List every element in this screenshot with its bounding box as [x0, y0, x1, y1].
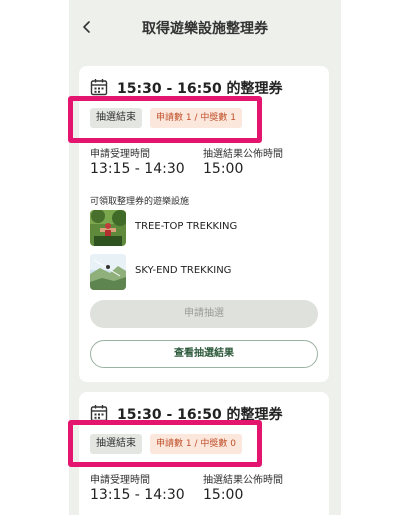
ticket-time-range: 15:30 - 16:50 的整理券 — [117, 81, 283, 97]
view-result-button[interactable]: 查看抽選結果 — [90, 340, 318, 368]
highlight-frame — [68, 420, 262, 467]
page-title: 取得遊樂設施整理券 — [142, 21, 268, 37]
header: 取得遊樂設施整理券 — [69, 0, 341, 56]
facility-thumbnail — [90, 210, 126, 246]
apply-time-label: 申請受理時間 — [90, 149, 150, 160]
facility-item: TREE-TOP TREKKING — [90, 210, 320, 246]
facility-item: SKY-END TREKKING — [90, 254, 320, 290]
facility-thumbnail — [90, 254, 126, 290]
announce-time-label: 抽選結果公佈時間 — [203, 149, 283, 160]
announce-time-label: 抽選結果公佈時間 — [203, 475, 283, 486]
apply-lottery-button[interactable]: 申請抽選 — [90, 300, 318, 328]
facility-name: TREE-TOP TREKKING — [135, 221, 238, 232]
facility-name: SKY-END TREKKING — [135, 265, 232, 276]
apply-time-label: 申請受理時間 — [90, 475, 150, 486]
calendar-icon — [90, 79, 108, 96]
facilities-label: 可領取整理券的遊樂設施 — [90, 197, 190, 207]
highlight-frame — [68, 96, 262, 143]
apply-time-value: 13:15 - 14:30 — [90, 161, 185, 177]
announce-time-value: 15:00 — [203, 161, 244, 177]
announce-time-value: 15:00 — [203, 487, 244, 503]
apply-time-value: 13:15 - 14:30 — [90, 487, 185, 503]
